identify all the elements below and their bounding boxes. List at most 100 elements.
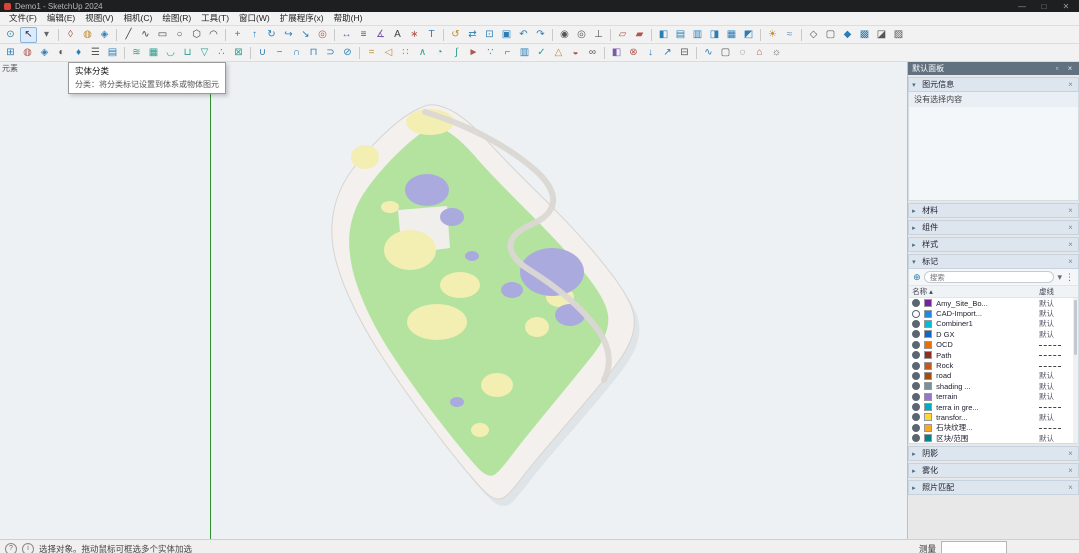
section-close-icon[interactable]: × (1066, 206, 1075, 215)
tool-view-left-icon[interactable]: ◩ (741, 28, 756, 42)
tag-search-input[interactable] (924, 271, 1055, 283)
tool-position-camera-icon[interactable]: ◉ (557, 28, 572, 42)
visibility-eye-icon[interactable] (912, 403, 920, 411)
tool-styles-panel-icon[interactable]: ◐ (54, 46, 69, 60)
maximize-button[interactable]: □ (1035, 2, 1053, 11)
tool-import-file-icon[interactable]: ↓ (643, 46, 658, 60)
visibility-eye-icon[interactable] (912, 424, 920, 432)
tool-color-by-tag-icon[interactable]: ◧ (609, 46, 624, 60)
model-viewport[interactable]: 元素 (0, 62, 907, 539)
tool-zoom-icon[interactable]: ⊙ (3, 28, 18, 42)
tag-name[interactable]: terra in gre... (936, 403, 1039, 412)
tool-display-xray-icon[interactable]: ▨ (891, 28, 906, 42)
tool-solid-subtract-icon[interactable]: − (272, 46, 287, 60)
menu-item-5[interactable]: 工具(T) (196, 12, 234, 25)
tag-name[interactable]: terrain (936, 392, 1039, 401)
tool-random-select-icon[interactable]: ∞ (585, 46, 600, 60)
tool-drape-icon[interactable]: ▽ (197, 46, 212, 60)
info-icon[interactable]: i (22, 543, 34, 553)
tag-row[interactable]: Path (909, 350, 1078, 360)
tool-extension-manager-icon[interactable]: ⌂ (752, 46, 767, 60)
tool-view-top-icon[interactable]: ▤ (673, 28, 688, 42)
tool-fog-icon[interactable]: ≈ (782, 28, 797, 42)
tag-row[interactable]: terrain默认 (909, 392, 1078, 402)
section-collapsed-0[interactable]: ▸材料× (908, 203, 1079, 218)
tool-solid-union-icon[interactable]: ∪ (255, 46, 270, 60)
menu-item-8[interactable]: 帮助(H) (329, 12, 368, 25)
section-tags[interactable]: ▾ 标记 × (908, 254, 1079, 269)
tag-color-swatch[interactable] (924, 372, 932, 380)
tag-name[interactable]: 区块/范围 (936, 433, 1039, 444)
tool-animator-icon[interactable]: ► (466, 46, 481, 60)
tool-stamp-icon[interactable]: ⊔ (180, 46, 195, 60)
tool-shadows-icon[interactable]: ☀ (765, 28, 780, 42)
tag-name[interactable]: shading ... (936, 382, 1039, 391)
tool-weld-edges-icon[interactable]: ∿ (701, 46, 716, 60)
tag-color-swatch[interactable] (924, 382, 932, 390)
tool-view-right-icon[interactable]: ◨ (707, 28, 722, 42)
tray-undock-icon[interactable]: ▫ (1052, 64, 1062, 73)
section-collapsed-0[interactable]: ▸阴影× (908, 446, 1079, 461)
menu-item-3[interactable]: 相机(C) (119, 12, 158, 25)
tool-split-icon[interactable]: ⊘ (340, 46, 355, 60)
tag-dash-style[interactable] (1039, 361, 1075, 370)
section-close-icon[interactable]: × (1066, 483, 1075, 492)
tool-dimension-icon[interactable]: ≡ (356, 28, 371, 42)
tag-color-swatch[interactable] (924, 330, 932, 338)
tag-row[interactable]: 石块纹理... (909, 423, 1078, 433)
section-close-icon[interactable]: × (1066, 449, 1075, 458)
tag-row[interactable]: Amy_Site_Bo...默认 (909, 298, 1078, 308)
tool-text-icon[interactable]: A (390, 28, 405, 42)
add-tag-button[interactable]: ⊕ (913, 272, 921, 283)
tool-skatter-icon[interactable]: ∵ (483, 46, 498, 60)
tag-color-swatch[interactable] (924, 362, 932, 370)
tag-name[interactable]: D GX (936, 330, 1039, 339)
tool-offset-icon[interactable]: ◎ (315, 28, 330, 42)
tag-color-swatch[interactable] (924, 341, 932, 349)
tool-select-dropdown-icon[interactable]: ▾ (39, 28, 54, 42)
tool-isolate-icon[interactable]: ◌ (735, 46, 750, 60)
tag-name[interactable]: Path (936, 351, 1039, 360)
visibility-eye-icon[interactable] (912, 393, 920, 401)
tool-materials-panel-icon[interactable]: ◍ (20, 46, 35, 60)
tool-zoom-extents-icon[interactable]: ▣ (499, 28, 514, 42)
tag-row[interactable]: shading ...默认 (909, 381, 1078, 391)
visibility-eye-icon[interactable] (912, 299, 920, 307)
section-close-icon[interactable]: × (1066, 80, 1075, 89)
tag-row[interactable]: CAD-Import...默认 (909, 308, 1078, 318)
section-close-icon[interactable]: × (1066, 223, 1075, 232)
tool-cleanup-icon[interactable]: ✓ (534, 46, 549, 60)
tool-display-wireframe-icon[interactable]: ◇ (806, 28, 821, 42)
tag-dash-style[interactable]: 默认 (1039, 391, 1075, 402)
tool-select-icon[interactable]: ↖ (20, 27, 37, 43)
tag-name[interactable]: Amy_Site_Bo... (936, 299, 1039, 308)
visibility-eye-icon[interactable] (912, 413, 920, 421)
tag-row[interactable]: Combiner1默认 (909, 319, 1078, 329)
tool-sandbox-from-contours-icon[interactable]: ≋ (129, 46, 144, 60)
tool-selection-toys-icon[interactable]: △ (551, 46, 566, 60)
tool-quad-face-tools-icon[interactable]: ▥ (517, 46, 532, 60)
tool-components-panel-icon[interactable]: ◈ (37, 46, 52, 60)
tray-close-icon[interactable]: × (1065, 64, 1075, 73)
tag-row[interactable]: road默认 (909, 371, 1078, 381)
tag-dash-style[interactable]: 默认 (1039, 329, 1075, 340)
tool-section-plane-icon[interactable]: ▱ (615, 28, 630, 42)
visibility-eye-icon[interactable] (912, 330, 920, 338)
column-dashes[interactable]: 虚线 (1039, 286, 1075, 297)
tool-hide-rest-icon[interactable]: ▢ (718, 46, 733, 60)
tool-axes-icon[interactable]: ∗ (407, 28, 422, 42)
tag-color-swatch[interactable] (924, 434, 932, 442)
tool-purge-icon[interactable]: ⊗ (626, 46, 641, 60)
section-collapsed-1[interactable]: ▸雾化× (908, 463, 1079, 478)
tag-row[interactable]: transfor...默认 (909, 412, 1078, 422)
tool-view-front-icon[interactable]: ▥ (690, 28, 705, 42)
tool-material-replacer-icon[interactable]: ◒ (568, 46, 583, 60)
tag-row[interactable]: OCD (909, 340, 1078, 350)
visibility-eye-icon[interactable] (912, 351, 920, 359)
menu-item-1[interactable]: 编辑(E) (42, 12, 80, 25)
tool-zoom-window-icon[interactable]: ⊡ (482, 28, 497, 42)
visibility-eye-icon[interactable] (912, 310, 920, 318)
tool-outliner-panel-icon[interactable]: ☰ (88, 46, 103, 60)
tag-dash-style[interactable]: 默认 (1039, 412, 1075, 423)
tag-dash-style[interactable]: 默认 (1039, 433, 1075, 444)
